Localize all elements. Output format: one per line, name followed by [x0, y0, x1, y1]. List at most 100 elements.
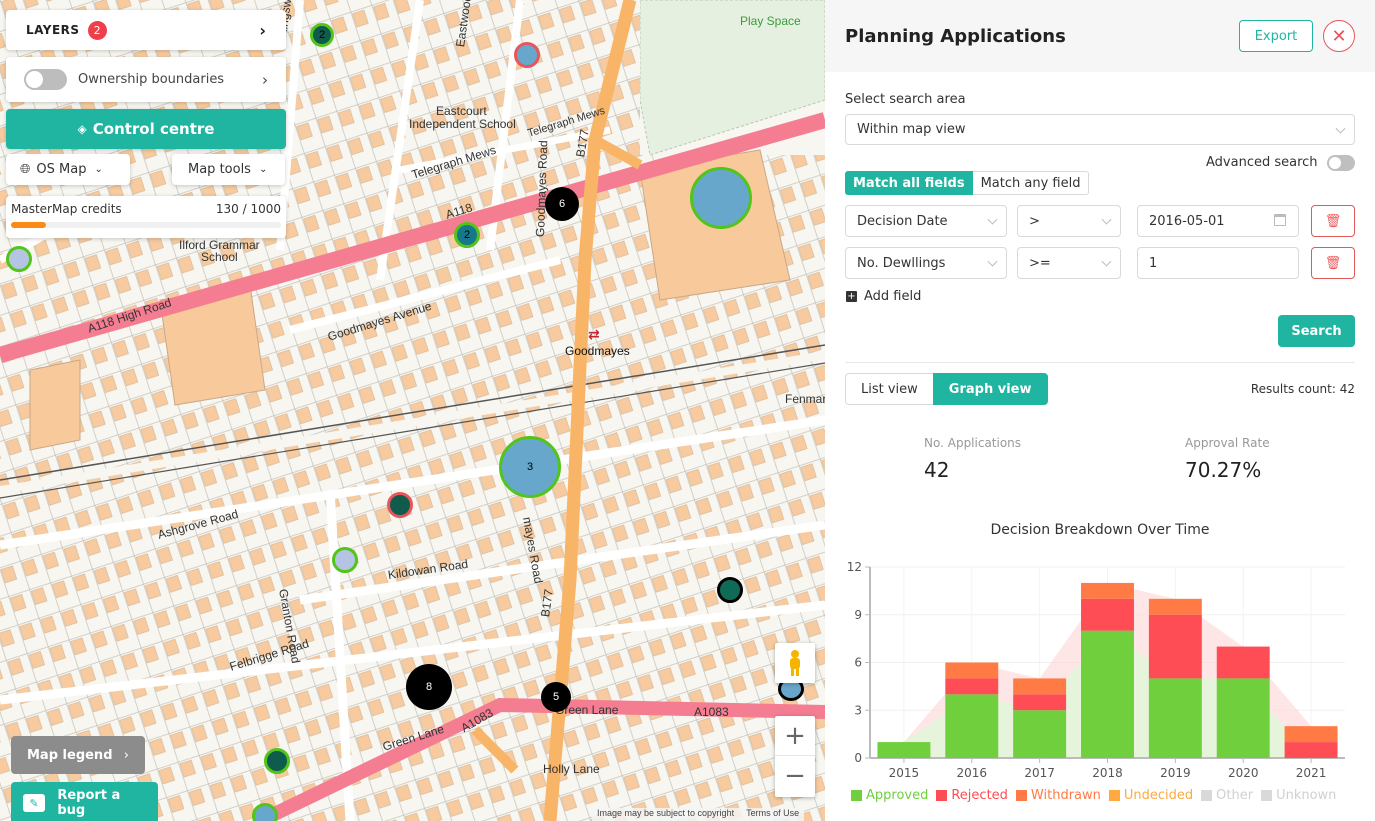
bar-segment-rejected [1216, 646, 1270, 679]
filter-field-select[interactable]: Decision Date [845, 205, 1007, 237]
map-marker[interactable] [387, 492, 413, 518]
layers-stack-icon: ◈ [77, 122, 87, 136]
y-tick-label: 9 [854, 608, 862, 622]
map-label-goodmayes: Goodmayes [565, 344, 630, 358]
legend-swatch [1261, 790, 1273, 801]
map-attribution: Image may be subject to copyright Terms … [592, 808, 805, 821]
match-mode-group: Match all fields Match any field [845, 171, 1090, 195]
close-button[interactable]: ✕ [1323, 20, 1355, 52]
chevron-down-icon: ⌄ [258, 164, 268, 175]
decision-breakdown-chart: 0 3 6 9 12 2015 2016 2017 2018 2019 2020 2021 [847, 560, 1345, 780]
terms-link[interactable]: Terms of Use [746, 808, 799, 821]
map-canvas[interactable]: Play Space Eastcourt Independent School … [0, 0, 825, 821]
export-button[interactable]: Export [1239, 20, 1313, 52]
bar-segment-approved [1148, 678, 1202, 758]
os-map-label: OS Map [36, 162, 87, 177]
chart-title: Decision Breakdown Over Time [990, 522, 1210, 538]
map-marker[interactable] [332, 547, 358, 573]
add-field-button[interactable]: + Add field [846, 289, 921, 304]
map-marker[interactable] [514, 42, 540, 68]
map-marker[interactable] [6, 246, 32, 272]
close-icon: ✕ [1331, 25, 1347, 46]
zoom-out-button[interactable]: − [775, 756, 815, 796]
search-area-label: Select search area [845, 92, 966, 107]
filter-value: 2016-05-01 [1149, 213, 1225, 229]
graph-view-tab[interactable]: Graph view [932, 373, 1048, 405]
legend-item-withdrawn[interactable]: Withdrawn [1015, 788, 1101, 803]
layers-button[interactable]: LAYERS 2 › [6, 10, 286, 50]
map-marker-cluster[interactable]: 2 [310, 23, 334, 47]
search-area-select[interactable]: Within map view [845, 114, 1355, 145]
map-marker[interactable] [264, 748, 290, 774]
layers-count-badge: 2 [87, 20, 107, 40]
copyright-text: Image may be subject to copyright [597, 808, 735, 818]
control-centre-label: Control centre [92, 120, 215, 138]
map-label-eastcourt: Eastcourt [436, 104, 487, 118]
legend-label: Rejected [951, 788, 1008, 803]
legend-item-unknown[interactable]: Unknown [1261, 788, 1336, 803]
chevron-down-icon [1101, 256, 1112, 267]
list-view-tab[interactable]: List view [845, 373, 933, 405]
ownership-boundaries-row[interactable]: Ownership boundaries › [6, 57, 286, 102]
filter-operator-select[interactable]: >= [1017, 247, 1121, 279]
map-marker-cluster[interactable]: 8 [406, 664, 452, 710]
legend-item-approved[interactable]: Approved [851, 788, 928, 803]
map-tools-dropdown[interactable]: Map tools ⌄ [172, 154, 285, 185]
search-button[interactable]: Search [1278, 315, 1355, 347]
legend-item-other[interactable]: Other [1201, 788, 1253, 803]
map-label-school: School [201, 250, 238, 264]
filter-operator-select[interactable]: > [1017, 205, 1121, 237]
credits-label: MasterMap credits [11, 202, 122, 216]
y-tick-label: 3 [854, 703, 862, 717]
chevron-down-icon [987, 214, 998, 225]
legend-item-rejected[interactable]: Rejected [936, 788, 1008, 803]
map-marker[interactable] [717, 577, 743, 603]
map-marker-cluster[interactable]: 3 [499, 436, 561, 498]
legend-label: Approved [866, 788, 929, 803]
panel-header: Planning Applications Export ✕ [825, 0, 1375, 72]
calendar-icon [1274, 214, 1286, 226]
bar-segment-rejected [945, 678, 999, 695]
map-legend-button[interactable]: Map legend › [11, 736, 145, 774]
report-bug-button[interactable]: ✎ Report a bug [11, 782, 158, 821]
bar-segment-rejected [1284, 742, 1338, 758]
filter-value-input[interactable]: 1 [1137, 247, 1299, 279]
map-marker[interactable] [690, 167, 752, 229]
street-view-pegman-icon[interactable] [775, 643, 815, 683]
chevron-down-icon: ⌄ [94, 164, 103, 175]
ownership-label: Ownership boundaries [78, 72, 225, 87]
add-field-label: Add field [864, 289, 922, 304]
advanced-search-label: Advanced search [1206, 155, 1318, 170]
legend-swatch [851, 790, 862, 801]
filter-value: 1 [1149, 255, 1158, 271]
x-tick-label: 2017 [1024, 766, 1055, 780]
x-tick-label: 2018 [1092, 766, 1123, 780]
control-centre-button[interactable]: ◈ Control centre [6, 109, 286, 149]
legend-item-undecided[interactable]: Undecided [1108, 788, 1193, 803]
advanced-search-toggle[interactable] [1327, 155, 1355, 171]
map-marker-cluster[interactable]: 6 [545, 187, 579, 221]
filter-date-input[interactable]: 2016-05-01 [1137, 205, 1299, 237]
ownership-toggle[interactable] [24, 69, 67, 90]
x-tick-label: 2021 [1296, 766, 1327, 780]
panel-title: Planning Applications [845, 25, 1066, 47]
filter-operator-value: > [1029, 213, 1040, 229]
os-map-dropdown[interactable]: 🌐︎ OS Map ⌄ [6, 154, 130, 185]
map-marker-cluster[interactable]: 5 [541, 682, 571, 712]
approval-rate-value: 70.27% [1185, 458, 1262, 482]
map-marker-cluster[interactable]: 2 [454, 222, 480, 248]
delete-filter-button[interactable]: 🗑︎ [1311, 205, 1355, 237]
delete-filter-button[interactable]: 🗑︎ [1311, 247, 1355, 279]
bar-segment-approved [1013, 710, 1067, 758]
filter-field-select[interactable]: No. Dewllings [845, 247, 1007, 279]
bar-segment-rejected [1013, 694, 1067, 711]
bar-segment-approved [1216, 678, 1270, 758]
bar-segment-approved [945, 694, 999, 758]
results-count: Results count: 42 [1250, 382, 1355, 396]
chevron-down-icon [1335, 123, 1346, 134]
filter-operator-value: >= [1029, 255, 1051, 271]
match-all-button[interactable]: Match all fields [845, 171, 973, 195]
match-any-button[interactable]: Match any field [972, 171, 1090, 195]
filter-field-value: Decision Date [857, 213, 948, 229]
zoom-in-button[interactable]: + [775, 716, 815, 756]
